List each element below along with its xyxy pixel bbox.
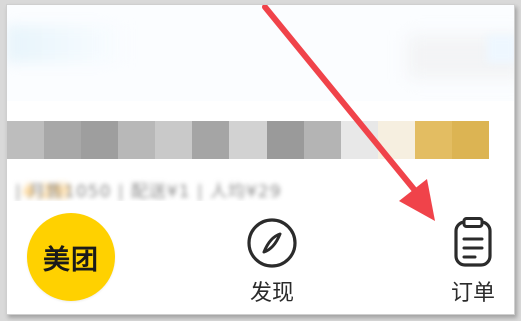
compass-icon — [244, 215, 300, 271]
mosaic-cell — [81, 121, 119, 159]
bottom-tab-bar: 美团 发现 订单 — [7, 201, 514, 314]
tab-discover[interactable]: 发现 — [232, 215, 312, 307]
mosaic-cell — [118, 121, 156, 159]
mosaic-cell — [377, 121, 415, 159]
mosaic-cell — [192, 121, 230, 159]
meituan-logo-button[interactable]: 美团 — [27, 213, 115, 301]
mosaic-cell — [414, 121, 452, 159]
tab-home[interactable]: 美团 — [7, 201, 137, 314]
blurred-shop-info: 4.2分 | 月售1050 | 配送¥1 | 人均¥29 — [7, 177, 427, 203]
mosaic-cell — [7, 121, 45, 159]
rating-text: 4.2分 — [23, 182, 72, 202]
mosaic-cell — [155, 121, 193, 159]
mosaic-cell — [44, 121, 82, 159]
screenshot-frame: 4.2分 | 月售1050 | 配送¥1 | 人均¥29 美团 发现 订单 — [6, 4, 515, 315]
mosaic-cell — [303, 121, 341, 159]
clipboard-icon — [445, 215, 501, 271]
meituan-logo-text: 美团 — [43, 244, 99, 276]
tab-orders[interactable]: 订单 — [433, 215, 513, 307]
pixelated-content-strip — [7, 121, 490, 159]
blurred-block — [487, 35, 514, 63]
mosaic-cell — [266, 121, 304, 159]
blurred-banner — [7, 25, 127, 63]
mosaic-cell — [340, 121, 378, 159]
tab-orders-label: 订单 — [450, 281, 495, 306]
mosaic-cell — [451, 121, 490, 159]
mosaic-cell — [229, 121, 267, 159]
blurred-content-area — [7, 5, 514, 101]
tab-discover-label: 发现 — [249, 281, 294, 306]
